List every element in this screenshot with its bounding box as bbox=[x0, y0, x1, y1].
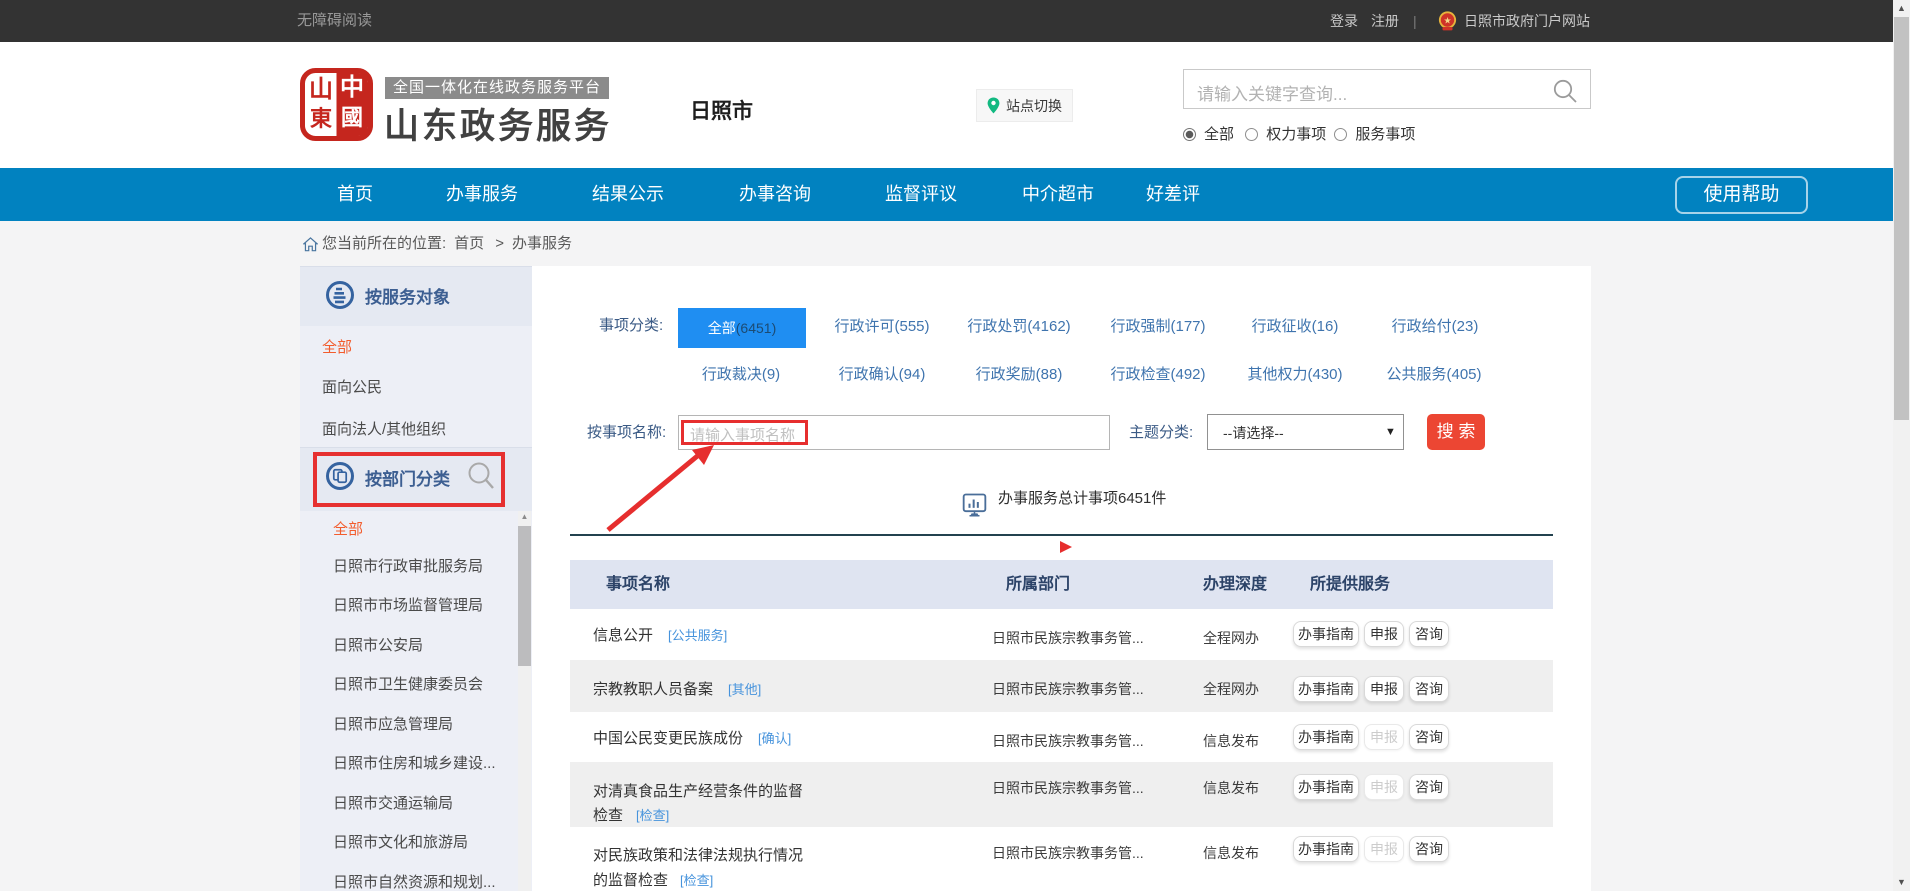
svg-text:★: ★ bbox=[1443, 15, 1451, 25]
svg-text:國: 國 bbox=[341, 105, 363, 130]
svg-text:山: 山 bbox=[309, 76, 333, 103]
svg-text:東: 東 bbox=[310, 106, 332, 131]
svg-text:中: 中 bbox=[340, 74, 364, 101]
